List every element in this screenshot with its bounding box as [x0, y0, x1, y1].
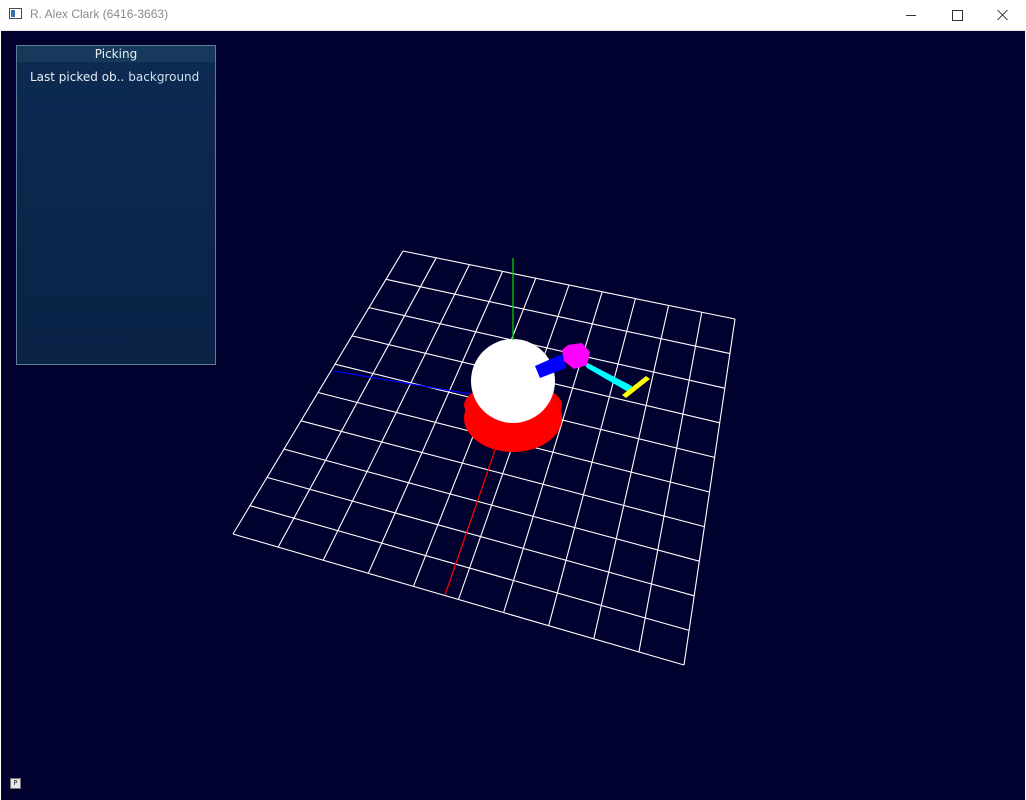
- close-button[interactable]: [980, 0, 1026, 30]
- app-window-icon: [9, 8, 22, 19]
- picking-panel-title: Picking: [17, 46, 215, 62]
- minimize-icon: [906, 14, 916, 16]
- window-titlebar[interactable]: R. Alex Clark (6416-3663): [0, 0, 1026, 31]
- small-window-icon[interactable]: P: [10, 778, 21, 789]
- floor-grid: [232, 250, 736, 666]
- picking-panel[interactable]: Picking Last picked ob.. background: [16, 45, 216, 365]
- close-icon: [997, 9, 1009, 21]
- last-picked-row: Last picked ob.. background: [30, 70, 199, 84]
- grid-line-col: [593, 305, 670, 639]
- last-picked-label: Last picked ob..: [30, 70, 125, 84]
- minimize-button[interactable]: [888, 0, 934, 30]
- maximize-button[interactable]: [934, 0, 980, 30]
- window-title: R. Alex Clark (6416-3663): [30, 7, 169, 21]
- grid-line-row: [283, 448, 700, 562]
- 3d-viewport[interactable]: Picking Last picked ob.. background P: [1, 31, 1025, 800]
- last-picked-value: background: [128, 70, 200, 84]
- grid-line-col: [683, 318, 736, 666]
- grid-line-row: [266, 476, 695, 597]
- robot-sphere[interactable]: [471, 339, 555, 423]
- grid-line-col: [638, 312, 703, 653]
- grid-line-row: [232, 533, 685, 666]
- grid-line-col: [548, 298, 636, 626]
- maximize-icon: [951, 9, 963, 21]
